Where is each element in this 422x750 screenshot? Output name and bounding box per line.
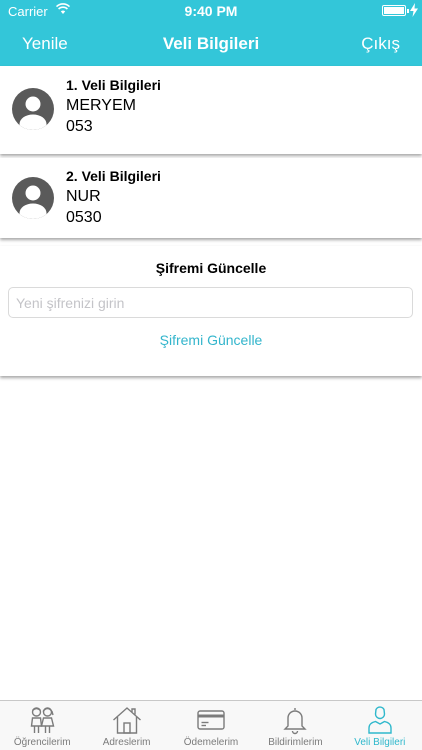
tab-bar: Öğrencilerim Adreslerim Ödemelerim Bildi… — [0, 700, 422, 750]
students-icon — [30, 707, 55, 733]
refresh-button[interactable]: Yenile — [22, 34, 68, 54]
parent-card-1: 1. Veli Bilgileri MERYEM 053 — [0, 66, 422, 154]
charging-icon — [410, 3, 418, 17]
status-time: 9:40 PM — [184, 3, 238, 19]
parent-name: NUR — [66, 188, 101, 205]
parent-card-2: 2. Veli Bilgileri NUR 0530 — [0, 158, 422, 238]
tab-label: Veli Bilgileri — [354, 737, 406, 748]
password-card: Şifremi Güncelle Şifremi Güncelle — [0, 246, 422, 376]
tab-notifications[interactable]: Bildirimlerim — [253, 701, 337, 750]
parent-info: 1. Veli Bilgileri MERYEM 053 — [66, 76, 161, 137]
parent-info: 2. Veli Bilgileri NUR 0530 — [66, 167, 161, 228]
tab-label: Ödemelerim — [183, 737, 239, 748]
battery-icon — [382, 5, 409, 16]
person-icon — [368, 706, 392, 734]
avatar-icon — [12, 177, 54, 219]
tab-label: Öğrencilerim — [13, 737, 71, 748]
tab-students[interactable]: Öğrencilerim — [0, 701, 84, 750]
tab-label: Adreslerim — [102, 737, 151, 748]
navigation-bar: Yenile Veli Bilgileri Çıkış — [0, 22, 422, 66]
password-section-title: Şifremi Güncelle — [155, 260, 267, 276]
house-icon — [112, 707, 141, 734]
top-bar: Carrier 9:40 PM Yenile Veli Bilgileri Çı… — [0, 0, 422, 66]
parent-title: 2. Veli Bilgileri — [66, 168, 161, 184]
parent-phone: 0530 — [66, 209, 102, 226]
new-password-input[interactable] — [8, 287, 413, 318]
parent-name: MERYEM — [66, 97, 136, 114]
parent-phone: 053 — [66, 118, 93, 135]
tab-addresses[interactable]: Adreslerim — [84, 701, 168, 750]
tab-parent-info[interactable]: Veli Bilgileri — [338, 701, 422, 750]
avatar-icon — [12, 88, 54, 130]
update-password-button[interactable]: Şifremi Güncelle — [0, 332, 422, 348]
logout-button[interactable]: Çıkış — [361, 34, 400, 54]
bell-icon — [283, 708, 308, 735]
tab-label: Bildirimlerim — [268, 737, 323, 748]
parent-title: 1. Veli Bilgileri — [66, 77, 161, 93]
card-icon — [197, 710, 225, 730]
status-bar: Carrier 9:40 PM — [0, 0, 422, 22]
tab-payments[interactable]: Ödemelerim — [169, 701, 253, 750]
